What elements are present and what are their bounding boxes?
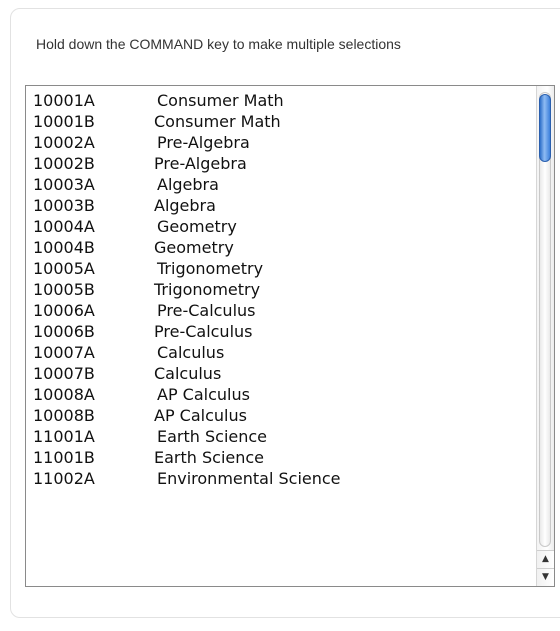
course-name: Pre-Algebra <box>157 133 250 152</box>
scroll-down-button[interactable]: ▼ <box>537 568 554 586</box>
course-code: 10001B <box>33 112 95 131</box>
list-option[interactable]: 10003A Algebra <box>26 174 536 195</box>
list-option[interactable]: 10007B Calculus <box>26 363 536 384</box>
course-code: 10005A <box>33 259 95 278</box>
course-options: 10001A Consumer Math 10001B Consumer Math … <box>26 90 536 489</box>
course-code: 11001B <box>33 448 95 467</box>
course-name: Environmental Science <box>157 469 341 488</box>
course-name: Pre-Calculus <box>157 301 256 320</box>
list-option[interactable]: 10002B Pre-Algebra <box>26 153 536 174</box>
list-option[interactable]: 10006B Pre-Calculus <box>26 321 536 342</box>
course-code: 10001A <box>33 91 95 110</box>
course-code: 10004B <box>33 238 95 257</box>
course-name: Pre-Algebra <box>154 154 247 173</box>
course-code: 10008B <box>33 406 95 425</box>
list-option[interactable]: 10008A AP Calculus <box>26 384 536 405</box>
course-code: 10007B <box>33 364 95 383</box>
course-code: 10003B <box>33 196 95 215</box>
list-option[interactable]: 10007A Calculus <box>26 342 536 363</box>
course-name: Geometry <box>157 217 237 236</box>
list-option[interactable]: 10004B Geometry <box>26 237 536 258</box>
course-code: 10006A <box>33 301 95 320</box>
scroll-up-button[interactable]: ▲ <box>537 550 554 568</box>
scrollbar-thumb[interactable] <box>539 94 551 162</box>
course-name: Geometry <box>154 238 234 257</box>
list-option[interactable]: 10004A Geometry <box>26 216 536 237</box>
course-name: AP Calculus <box>154 406 247 425</box>
list-option[interactable]: 10005B Trigonometry <box>26 279 536 300</box>
triangle-down-icon: ▼ <box>542 572 549 582</box>
list-option[interactable]: 10008B AP Calculus <box>26 405 536 426</box>
course-code: 11001A <box>33 427 95 446</box>
triangle-up-icon: ▲ <box>542 554 549 564</box>
course-name: Pre-Calculus <box>154 322 253 341</box>
course-code: 10003A <box>33 175 95 194</box>
multi-select-instruction: Hold down the COMMAND key to make multip… <box>36 36 401 52</box>
course-name: Algebra <box>154 196 216 215</box>
course-multiselect-list[interactable]: 10001A Consumer Math 10001B Consumer Math … <box>25 85 555 587</box>
course-code: 10007A <box>33 343 95 362</box>
list-option[interactable]: 11001A Earth Science <box>26 426 536 447</box>
vertical-scrollbar[interactable]: ▲ ▼ <box>536 86 554 586</box>
course-name: Algebra <box>157 175 219 194</box>
course-code: 10002B <box>33 154 95 173</box>
list-option[interactable]: 10001A Consumer Math <box>26 90 536 111</box>
course-code: 10005B <box>33 280 95 299</box>
course-code: 11002A <box>33 469 95 488</box>
course-code: 10002A <box>33 133 95 152</box>
list-option[interactable]: 10005A Trigonometry <box>26 258 536 279</box>
list-option[interactable]: 11001B Earth Science <box>26 447 536 468</box>
course-name: AP Calculus <box>157 385 250 404</box>
course-name: Calculus <box>157 343 225 362</box>
course-name: Earth Science <box>157 427 268 446</box>
course-code: 10004A <box>33 217 95 236</box>
list-option[interactable]: 10003B Algebra <box>26 195 536 216</box>
course-name: Earth Science <box>154 448 265 467</box>
course-name: Trigonometry <box>154 280 261 299</box>
course-name: Consumer Math <box>157 91 284 110</box>
course-code: 10006B <box>33 322 95 341</box>
list-option[interactable]: 10006A Pre-Calculus <box>26 300 536 321</box>
course-name: Trigonometry <box>157 259 264 278</box>
list-option[interactable]: 10001B Consumer Math <box>26 111 536 132</box>
course-name: Consumer Math <box>154 112 281 131</box>
list-option[interactable]: 10002A Pre-Algebra <box>26 132 536 153</box>
list-option[interactable]: 11002A Environmental Science <box>26 468 536 489</box>
course-name: Calculus <box>154 364 222 383</box>
course-code: 10008A <box>33 385 95 404</box>
